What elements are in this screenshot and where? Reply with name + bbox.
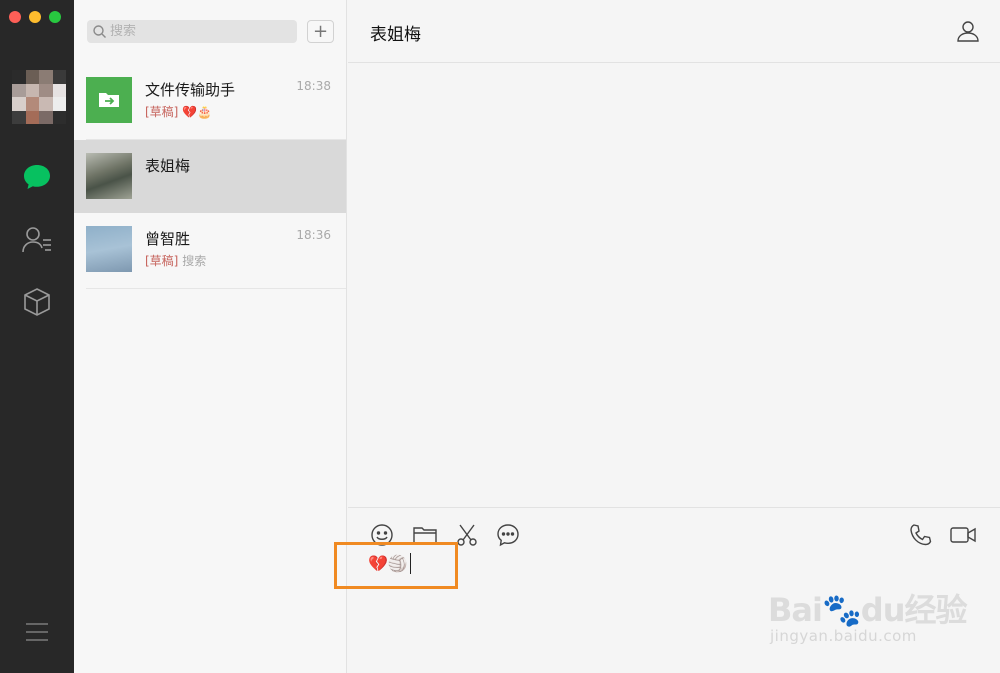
folder-arrow-icon xyxy=(99,93,119,107)
highlight-annotation-box xyxy=(334,542,458,589)
conversation-time: 18:36 xyxy=(296,228,331,242)
my-avatar[interactable] xyxy=(12,70,66,124)
video-icon[interactable] xyxy=(950,522,976,548)
file-helper-avatar xyxy=(86,77,132,123)
conversation-list: + 文件传输助手 18:38 [草稿] 💔🎂 表姐梅 曾智胜 18:36 [草稿… xyxy=(74,0,347,673)
chat-header: 表姐梅 xyxy=(348,0,1000,63)
contact-avatar xyxy=(86,153,132,199)
menu-icon[interactable] xyxy=(20,615,54,649)
sidebar-rail xyxy=(0,0,74,673)
chat-bubble-icon[interactable] xyxy=(495,522,521,548)
search-box[interactable] xyxy=(87,20,297,43)
window-controls xyxy=(9,11,61,23)
phone-icon[interactable] xyxy=(908,522,934,548)
conversation-preview: [草稿] 搜索 xyxy=(145,252,206,269)
conversation-item-biaojiemei[interactable]: 表姐梅 xyxy=(74,140,346,213)
divider xyxy=(86,288,346,289)
conversation-item-file-helper[interactable]: 文件传输助手 18:38 [草稿] 💔🎂 xyxy=(74,64,346,140)
draft-tag: [草稿] xyxy=(145,105,179,119)
conversation-preview: [草稿] 💔🎂 xyxy=(145,103,212,120)
chat-icon[interactable] xyxy=(20,160,54,194)
baidu-watermark: Bai🐾du经验 jingyan.baidu.com xyxy=(768,565,988,655)
search-icon xyxy=(93,25,106,38)
contacts-icon[interactable] xyxy=(20,223,54,257)
preview-text: 💔🎂 xyxy=(182,105,213,119)
watermark-brand: Bai🐾du经验 xyxy=(768,591,967,629)
conversation-name: 文件传输助手 xyxy=(145,81,236,99)
conversation-item-zengzhisheng[interactable]: 曾智胜 18:36 [草稿] 搜索 xyxy=(74,213,346,289)
draft-tag: [草稿] xyxy=(145,254,179,268)
add-chat-button[interactable]: + xyxy=(307,20,334,43)
minimize-window-button[interactable] xyxy=(29,11,41,23)
preview-text: 搜索 xyxy=(182,254,207,268)
conversation-time: 18:38 xyxy=(296,79,331,93)
conversation-name: 表姐梅 xyxy=(145,157,191,175)
close-window-button[interactable] xyxy=(9,11,21,23)
chat-title: 表姐梅 xyxy=(370,25,421,45)
contact-avatar xyxy=(86,226,132,272)
contact-profile-icon[interactable] xyxy=(956,19,980,43)
conversation-name: 曾智胜 xyxy=(145,230,191,248)
zoom-window-button[interactable] xyxy=(49,11,61,23)
cube-icon[interactable] xyxy=(20,285,54,319)
watermark-url: jingyan.baidu.com xyxy=(770,627,917,645)
search-input[interactable] xyxy=(110,24,290,39)
